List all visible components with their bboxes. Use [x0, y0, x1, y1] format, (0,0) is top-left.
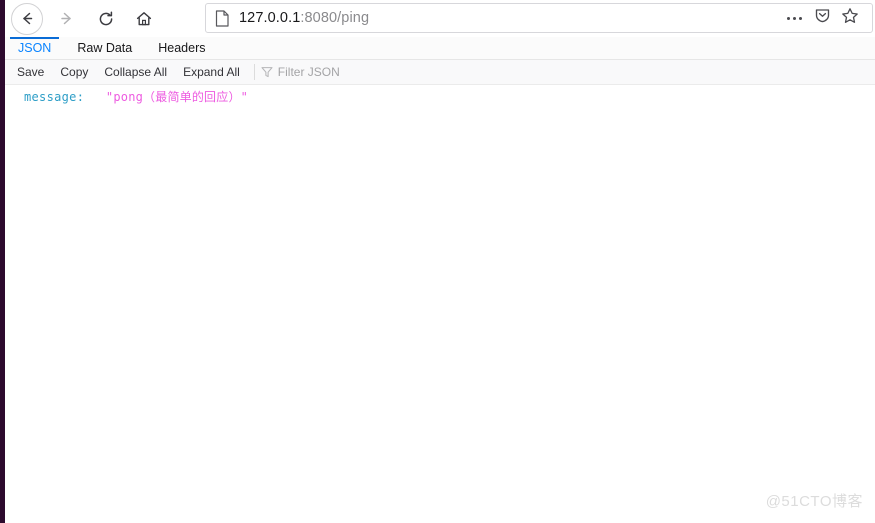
tab-headers-label: Headers	[158, 41, 206, 55]
navigation-toolbar: 127.0.0.1:8080/ping	[5, 0, 875, 37]
watermark: @51CTO博客	[765, 493, 863, 510]
json-colon: :	[76, 90, 84, 104]
expand-all-button[interactable]: Expand All	[177, 63, 246, 81]
filter-json-input[interactable]	[277, 65, 478, 79]
page-document-icon	[215, 9, 230, 27]
json-row[interactable]: message: "pong（最简单的回应）"	[5, 85, 875, 105]
tab-headers[interactable]: Headers	[145, 37, 218, 59]
window-edge-strip	[0, 0, 5, 523]
reload-icon	[97, 10, 115, 28]
save-button[interactable]: Save	[11, 63, 50, 81]
bookmark-button[interactable]	[836, 4, 864, 32]
urlbar-actions	[780, 4, 864, 32]
url-path: :8080/ping	[300, 10, 370, 26]
page-actions-menu-button[interactable]	[780, 4, 808, 32]
pocket-save-button[interactable]	[808, 4, 836, 32]
collapse-all-button[interactable]: Collapse All	[98, 63, 173, 81]
json-viewer-tabs: JSON Raw Data Headers	[5, 37, 875, 60]
pocket-shield-icon	[814, 7, 831, 29]
filter-json-field[interactable]	[261, 65, 875, 79]
ellipsis-icon	[786, 16, 802, 20]
browser-window: 127.0.0.1:8080/ping JSON Raw Data Header…	[0, 0, 875, 523]
back-button[interactable]	[11, 2, 43, 35]
json-value: "pong（最简单的回应）"	[105, 90, 249, 104]
star-icon	[841, 7, 859, 30]
arrow-right-icon	[58, 10, 75, 27]
home-icon	[135, 10, 153, 28]
tab-json[interactable]: JSON	[5, 37, 64, 59]
copy-button[interactable]: Copy	[54, 63, 94, 81]
json-viewer-toolbar: Save Copy Collapse All Expand All	[5, 60, 875, 85]
json-key: message	[24, 90, 77, 104]
filter-funnel-icon	[261, 66, 273, 78]
json-content-panel: message: "pong（最简单的回应）"	[5, 85, 875, 523]
url-bar[interactable]: 127.0.0.1:8080/ping	[205, 3, 873, 33]
tab-json-label: JSON	[18, 41, 52, 55]
reload-button[interactable]	[89, 2, 123, 36]
tab-raw-data-label: Raw Data	[77, 41, 133, 55]
arrow-left-icon	[19, 10, 36, 27]
toolbar-divider	[253, 64, 255, 80]
url-host: 127.0.0.1	[239, 10, 301, 26]
url-text[interactable]: 127.0.0.1:8080/ping	[239, 10, 780, 26]
tab-raw-data[interactable]: Raw Data	[64, 37, 145, 59]
forward-button[interactable]	[49, 2, 83, 36]
home-button[interactable]	[127, 2, 161, 36]
